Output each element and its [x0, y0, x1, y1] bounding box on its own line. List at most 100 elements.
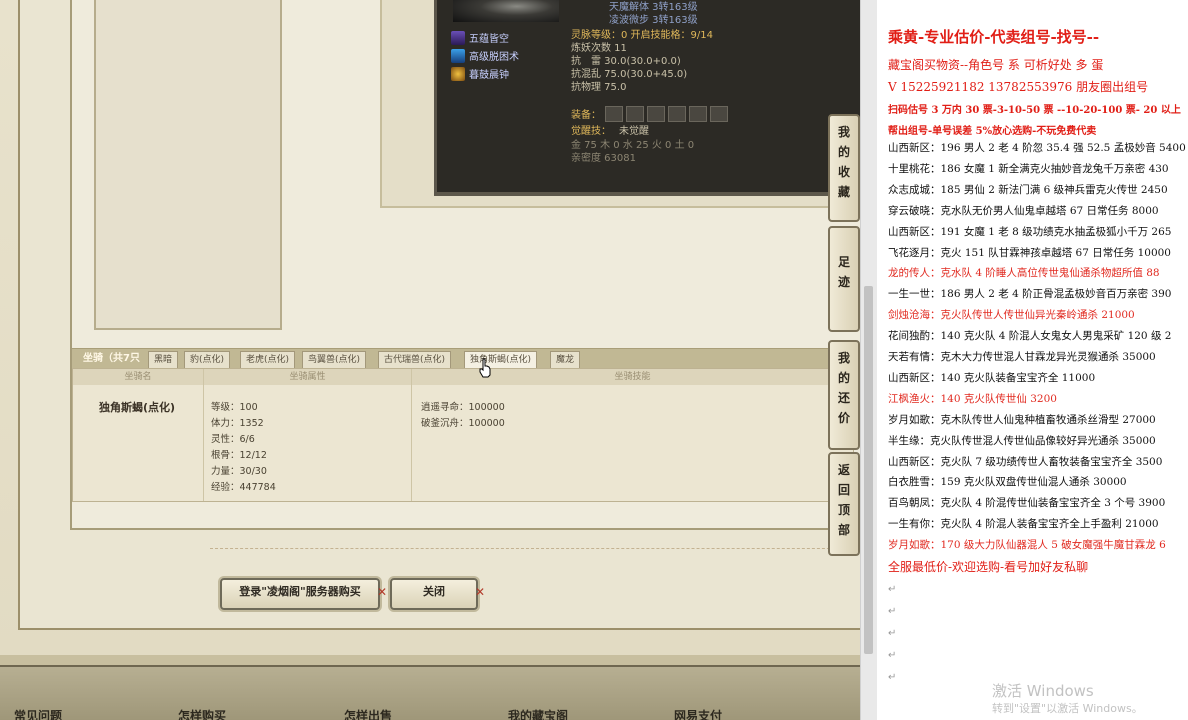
doc-contact-line: V 15225921182 13782553976 朋友圈出组号 — [888, 80, 1149, 94]
equip-slot[interactable] — [689, 106, 707, 122]
listing-entry: 众志成城：185 男仙 2 新法门满 6 级神兵雷克火传世 2450 — [888, 183, 1168, 196]
listing-entry: 半生缘：克火队传世混人传世仙品像较好异光通杀 35000 — [888, 434, 1156, 447]
listing-entry: 山西新区：140 克火队装备宝宝齐全 11000 — [888, 371, 1096, 384]
doc-line: 藏宝阁买物资--角色号 系 可析好处 多 蛋 — [888, 58, 1104, 72]
mount-attr: 力量：30/30 — [211, 466, 267, 477]
role-info-card: 五蕴皆空 高级脱困术 暮鼓晨钟 天魔解体 3转163级 凌波微步 3转163级 … — [380, 0, 860, 208]
equip-label: 装备： — [571, 110, 601, 121]
doc-title: 乘黄-专业估价-代卖组号-找号-- — [888, 28, 1100, 46]
skill-item[interactable]: 高级脱困术 — [451, 48, 519, 63]
mount-tabs: 坐骑（共7只 黑暗 豹(点化) 老虎(点化) 鸟翼兽(点化) 古代瑞兽(点化) … — [72, 348, 852, 369]
mount-attr: 体力：1352 — [211, 418, 264, 429]
equip-slot[interactable] — [710, 106, 728, 122]
close-button[interactable]: 关闭 — [390, 578, 478, 610]
equip-slot[interactable] — [647, 106, 665, 122]
divider — [210, 548, 855, 549]
listing-entry: 岁月如歌：170 级大力队仙器混人 5 破女魔强牛魔甘霖龙 6 — [888, 539, 1166, 552]
listing-entry: 一生一世：186 男人 2 老 4 阶正骨混孟极妙音百万亲密 390 — [888, 288, 1172, 301]
skill-item[interactable]: 五蕴皆空 — [451, 30, 509, 45]
doc-line: 帮出组号-单号误差 5%放心选购-不玩免费代卖 — [888, 126, 1097, 137]
tab-mount[interactable]: 魔龙 — [550, 351, 581, 368]
my-bargain-tab[interactable]: 我的还价 — [828, 340, 860, 450]
mount-attr: 等级：100 — [211, 402, 258, 413]
awaken-label: 觉醒技： — [571, 126, 611, 137]
mount-tabs-title: 坐骑（共7只 — [83, 353, 140, 364]
doc-line: 扫码估号 3 万内 30 票-3-10-50 票 --10-20-100 票- … — [888, 105, 1181, 116]
back-to-top-tab[interactable]: 返回顶部 — [828, 452, 860, 556]
scrollbar-thumb[interactable] — [864, 286, 873, 654]
mount-attr: 经验：447784 — [211, 482, 276, 493]
footer: 常见问题 怎样购买 怎样出售 我的藏宝阁 网易支付 — [0, 665, 860, 720]
footer-link[interactable]: 我的藏宝阁 — [508, 707, 568, 720]
tab-mount[interactable]: 老虎(点化) — [240, 351, 296, 368]
bell-icon — [451, 66, 465, 81]
awaken-value: 未觉醒 — [619, 126, 649, 137]
column-header: 坐骑属性 — [204, 369, 411, 385]
mount-attr: 根骨：12/12 — [211, 450, 267, 461]
listing-entry: 江枫渔火：140 克火队传世仙 3200 — [888, 392, 1057, 405]
listing-entry: 山西新区：196 男人 2 老 4 阶忽 35.4 强 52.5 孟极妙音 54… — [888, 142, 1186, 154]
listing-entry: 白衣胜雪：159 克火队双盘传世仙混人通杀 30000 — [888, 476, 1127, 489]
footprint-tab[interactable]: 足迹 — [828, 226, 860, 332]
column-divider — [203, 369, 204, 501]
paragraph-mark-icon: ↵ — [888, 672, 897, 683]
footer-link[interactable]: 怎样购买 — [178, 707, 226, 720]
intimacy: 亲密度 63081 — [571, 153, 636, 164]
equip-slot[interactable] — [605, 106, 623, 122]
listing-entry: 岁月如歌：克木队传世人仙鬼种植畜牧通杀丝滑型 27000 — [888, 413, 1156, 426]
mount-attr: 灵性：6/6 — [211, 434, 255, 445]
equip-slots — [605, 106, 728, 122]
mount-skill: 逍遥寻命：100000 — [421, 402, 505, 413]
footer-link[interactable]: 网易支付 — [674, 707, 722, 720]
listing-entry: 山西新区：191 女魔 1 老 8 级功绩克水抽孟极狐小千万 265 — [888, 225, 1172, 238]
tab-mount-active[interactable]: 独角斯蝎(点化) — [464, 351, 538, 368]
paragraph-mark-icon: ↵ — [888, 628, 897, 639]
listing-entry: 十里桃花：186 女魔 1 新全满克火抽妙音龙兔千万亲密 430 — [888, 162, 1169, 175]
listing-entry: 剑烛沧海：克火队传世人传世仙异光秦岭通杀 21000 — [888, 309, 1135, 322]
paragraph-mark-icon: ↵ — [888, 650, 897, 661]
activation-watermark: 激活 Windows — [992, 682, 1094, 700]
resist-physical: 抗物理 75.0 — [571, 82, 627, 93]
listing-entry: 龙的传人：克水队 4 阶睡人高位传世鬼仙通杀物超所值 88 — [888, 267, 1160, 280]
close-ornament-icon: ✕ — [475, 585, 486, 599]
activation-watermark-sub: 转到"设置"以激活 Windows。 — [992, 702, 1143, 715]
content-frame: 五蕴皆空 高级脱困术 暮鼓晨钟 天魔解体 3转163级 凌波微步 3转163级 … — [18, 0, 860, 630]
left-column — [94, 0, 282, 330]
listing-entry: 飞花逐月：克火 151 队甘霖神孩卓越塔 67 日常任务 10000 — [888, 246, 1171, 259]
page-scrollbar[interactable] — [860, 0, 877, 720]
equip-slot[interactable] — [626, 106, 644, 122]
buy-on-server-button[interactable]: 登录"凌烟阁"服务器购买 — [220, 578, 380, 610]
mount-skill: 破釜沉舟：100000 — [421, 418, 505, 429]
tab-mount[interactable]: 黑暗 — [148, 351, 179, 368]
footer-link[interactable]: 常见问题 — [14, 707, 62, 720]
listing-entry: 一生有你：克火队 4 阶混人装备宝宝齐全上手盈利 21000 — [888, 518, 1159, 531]
magic-icon — [451, 48, 465, 63]
paragraph-mark-icon: ↵ — [888, 584, 897, 595]
close-ornament-icon: ✕ — [377, 585, 388, 599]
equip-slot[interactable] — [668, 106, 686, 122]
stat-line: 凌波微步 3转163级 — [609, 15, 698, 26]
hand-cursor-icon — [479, 358, 491, 378]
listing-entry: 山西新区：克火队 7 级功绩传世人畜牧装备宝宝齐全 3500 — [888, 455, 1163, 468]
mount-table: 坐骑名 坐骑属性 坐骑技能 独角斯蝎(点化) 等级：100 体力：1352 灵性… — [72, 368, 854, 502]
tab-mount[interactable]: 鸟翼兽(点化) — [302, 351, 367, 368]
paragraph-mark-icon: ↵ — [888, 606, 897, 617]
column-header: 坐骑名 — [73, 369, 203, 385]
listing-entry: 百鸟朝凤：克火队 4 阶混传世仙装备宝宝齐全 3 个号 3900 — [888, 497, 1166, 510]
lotus-icon — [451, 30, 465, 45]
role-portrait — [453, 0, 559, 22]
document-pane: 乘黄-专业估价-代卖组号-找号-- 藏宝阁买物资--角色号 系 可析好处 多 蛋… — [877, 0, 1188, 720]
listing-entry: 天若有情：克木大力传世混人甘霖龙异光灵猴通杀 35000 — [888, 351, 1156, 363]
listing-entry: 花间独酌：140 克火队 4 阶混人女鬼女人男鬼采矿 120 级 2 — [888, 330, 1172, 343]
doc-closing-line: 全服最低价-欢迎选购-看号加好友私聊 — [888, 560, 1089, 574]
tab-mount[interactable]: 豹(点化) — [184, 351, 231, 368]
mount-name: 独角斯蝎(点化) — [99, 401, 176, 414]
tab-mount[interactable]: 古代瑞兽(点化) — [378, 351, 452, 368]
listing-entry: 穿云破晓：克水队无价男人仙鬼卓越塔 67 日常任务 8000 — [888, 204, 1159, 217]
my-favorites-tab[interactable]: 我的收藏 — [828, 114, 860, 222]
footer-link[interactable]: 怎样出售 — [344, 707, 392, 720]
role-stats-panel: 五蕴皆空 高级脱困术 暮鼓晨钟 天魔解体 3转163级 凌波微步 3转163级 … — [434, 0, 860, 196]
skill-item[interactable]: 暮鼓晨钟 — [451, 66, 509, 81]
game-pane: 五蕴皆空 高级脱困术 暮鼓晨钟 天魔解体 3转163级 凌波微步 3转163级 … — [0, 0, 860, 720]
column-divider — [411, 369, 412, 501]
